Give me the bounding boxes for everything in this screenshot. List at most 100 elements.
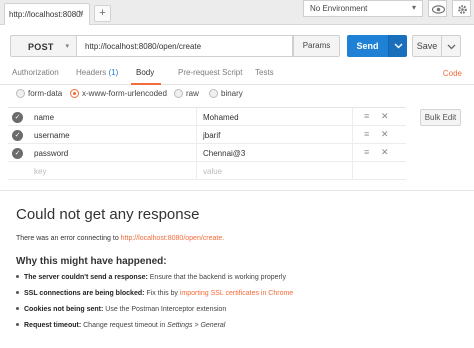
column-divider (352, 144, 353, 162)
radio-raw[interactable]: raw (174, 89, 199, 101)
column-divider (196, 162, 197, 180)
chevron-down-icon (447, 44, 456, 50)
radio-label: raw (186, 89, 199, 98)
radio-dot (174, 89, 183, 98)
param-value[interactable]: Mohamed (203, 113, 239, 122)
tab-authorization[interactable]: Authorization (12, 68, 59, 77)
radio-label: form-data (28, 89, 63, 98)
radio-form-data[interactable]: form-data (16, 89, 62, 101)
reason-text: Change request timeout in (81, 322, 168, 329)
generate-code-link[interactable]: Code (443, 69, 462, 78)
active-tab-indicator (131, 83, 161, 85)
bulk-edit-button[interactable]: Bulk Edit (420, 109, 461, 126)
error-url-link[interactable]: http://localhost:8080/open/create. (121, 235, 225, 242)
radio-label: x-www-form-urlencoded (82, 89, 167, 98)
request-tab[interactable]: http://localhost:8080/ × (4, 3, 90, 25)
send-options-button[interactable] (388, 35, 407, 57)
chevron-down-icon (394, 43, 403, 49)
list-item: SSL connections are being blocked: Fix t… (16, 290, 293, 300)
error-message-prefix: There was an error connecting to (16, 235, 121, 242)
column-divider (196, 126, 197, 144)
checkmark-icon[interactable]: ✓ (12, 112, 23, 123)
params-table: ✓ name Mohamed ≡ ✕ ✓ username jbarif ≡ ✕… (8, 107, 406, 180)
eye-icon (431, 5, 446, 14)
tab-body[interactable]: Body (136, 68, 154, 77)
chevron-down-icon: ▾ (411, 3, 416, 12)
send-button[interactable]: Send (347, 35, 388, 57)
delete-icon[interactable]: ✕ (381, 147, 389, 158)
response-error-message: There was an error connecting to http://… (16, 235, 224, 242)
table-row-empty: key value (8, 162, 406, 180)
reason-title: The server couldn't send a response: (24, 274, 148, 281)
bullet (16, 275, 19, 278)
radio-label: binary (221, 89, 243, 98)
table-row: ✓ name Mohamed ≡ ✕ (8, 108, 406, 126)
checkmark-icon[interactable]: ✓ (12, 130, 23, 141)
column-divider (196, 144, 197, 162)
delete-icon[interactable]: ✕ (381, 111, 389, 122)
save-button[interactable]: Save (412, 35, 442, 57)
column-divider (352, 126, 353, 144)
method-select[interactable]: POST ▾ (10, 35, 77, 57)
param-value[interactable]: Chennai@3 (203, 149, 245, 158)
url-input[interactable]: http://localhost:8080/open/create (77, 35, 293, 57)
bullet (16, 323, 19, 326)
radio-dot-selected (70, 89, 79, 98)
radio-binary[interactable]: binary (209, 89, 243, 101)
tab-prerequest-script[interactable]: Pre-request Script (178, 68, 242, 77)
response-error-title: Could not get any response (16, 206, 200, 223)
param-key[interactable]: password (34, 149, 68, 158)
new-value-input[interactable]: value (203, 167, 222, 176)
bullet (16, 307, 19, 310)
environment-label: No Environment (310, 4, 368, 13)
params-button[interactable]: Params (293, 35, 340, 57)
list-item: Request timeout: Change request timeout … (16, 322, 225, 332)
reason-text: Use the Postman Interceptor extension (103, 306, 227, 313)
column-divider (352, 162, 353, 180)
tab-headers[interactable]: Headers (1) (76, 68, 118, 77)
param-value[interactable]: jbarif (203, 131, 220, 140)
drag-handle-icon[interactable]: ≡ (364, 111, 369, 121)
radio-dot (209, 89, 218, 98)
reason-title: Cookies not being sent: (24, 306, 104, 313)
param-key[interactable]: username (34, 131, 70, 140)
tab-headers-label: Headers (76, 68, 107, 77)
checkmark-icon[interactable]: ✓ (12, 148, 23, 159)
radio-dot (16, 89, 25, 98)
ssl-certificates-link[interactable]: importing SSL certificates in Chrome (180, 290, 293, 297)
gear-icon (458, 5, 467, 14)
environment-quick-look-button[interactable] (428, 0, 447, 17)
url-value: http://localhost:8080/open/create (85, 42, 202, 51)
settings-path: Settings > General (167, 322, 226, 329)
delete-icon[interactable]: ✕ (381, 129, 389, 140)
new-key-input[interactable]: key (34, 167, 46, 176)
body-type-selector: form-data x-www-form-urlencoded raw bina… (0, 88, 474, 102)
drag-handle-icon[interactable]: ≡ (364, 129, 369, 139)
radio-urlencoded[interactable]: x-www-form-urlencoded (70, 89, 167, 101)
reason-text: Fix this by (144, 290, 180, 297)
section-divider (0, 190, 474, 191)
environment-select[interactable]: No Environment ▾ (303, 0, 423, 17)
table-row: ✓ password Chennai@3 ≡ ✕ (8, 144, 406, 162)
method-label: POST (28, 42, 54, 52)
request-tab-label: http://localhost:8080/ (9, 10, 83, 19)
headers-count: (1) (108, 68, 119, 77)
table-row: ✓ username jbarif ≡ ✕ (8, 126, 406, 144)
tab-bar: http://localhost:8080/ × + No Environmen… (0, 0, 474, 25)
list-item: Cookies not being sent: Use the Postman … (16, 306, 226, 316)
chevron-down-icon: ▾ (65, 43, 69, 50)
new-tab-button[interactable]: + (94, 5, 111, 22)
reason-title: SSL connections are being blocked: (24, 290, 145, 297)
drag-handle-icon[interactable]: ≡ (364, 147, 369, 157)
environment-settings-button[interactable] (452, 0, 471, 17)
request-subtabs: Authorization Headers (1) Body Pre-reque… (0, 63, 474, 85)
reason-title: Request timeout: (24, 322, 82, 329)
save-options-button[interactable] (442, 35, 461, 57)
bullet (16, 291, 19, 294)
column-divider (196, 108, 197, 126)
close-icon[interactable]: × (78, 8, 84, 19)
tab-tests[interactable]: Tests (255, 68, 274, 77)
param-key[interactable]: name (34, 113, 54, 122)
list-item: The server couldn't send a response: Ens… (16, 274, 286, 284)
reason-text: Ensure that the backend is working prope… (147, 274, 286, 281)
